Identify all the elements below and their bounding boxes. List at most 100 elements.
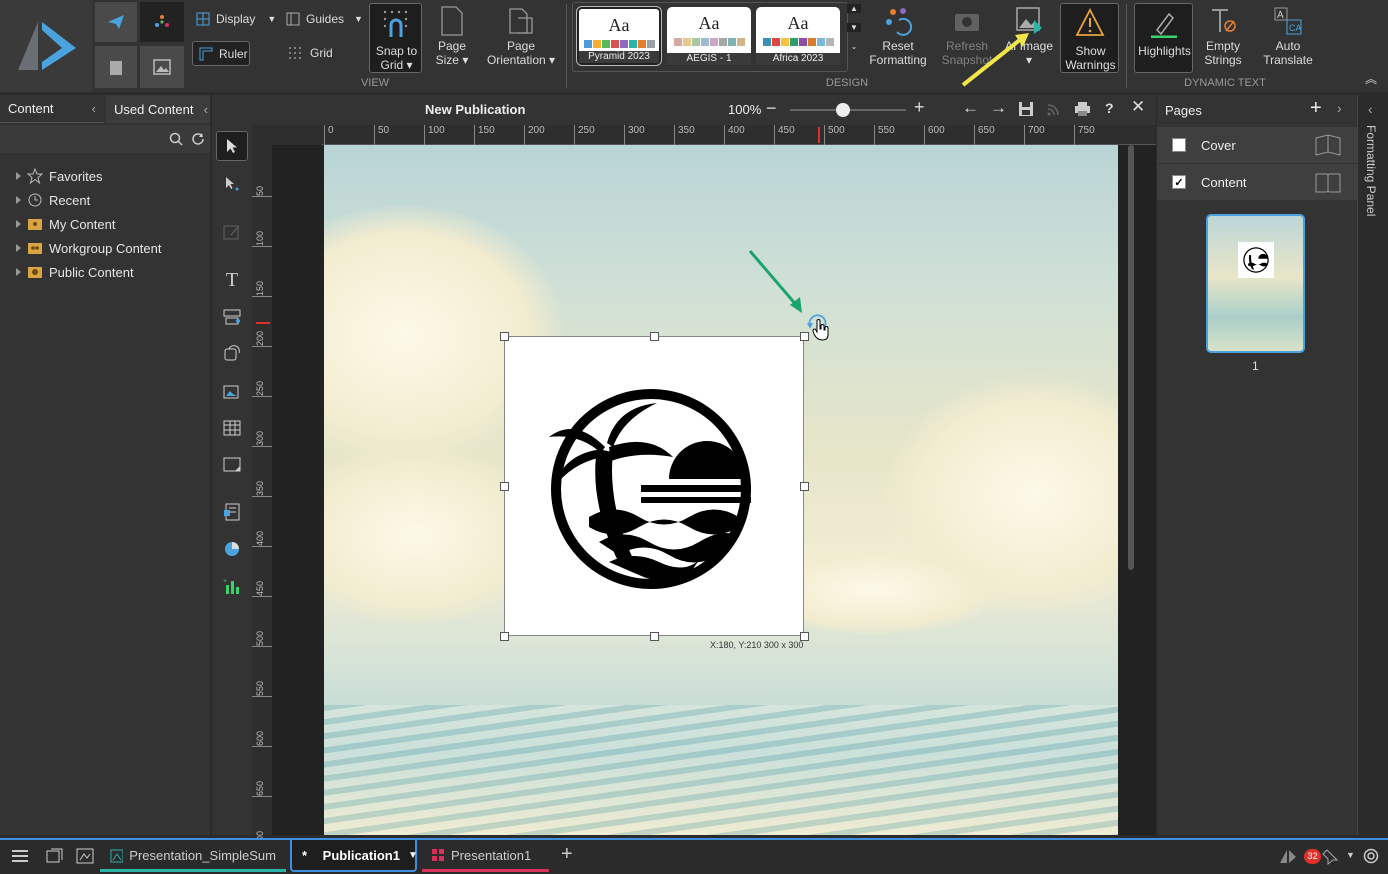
frame-tool[interactable] <box>216 450 248 480</box>
page-size-button[interactable]: Page Size ▾ <box>432 6 472 67</box>
expand-caret-icon[interactable] <box>16 196 21 204</box>
help-icon[interactable]: ? <box>1105 100 1114 116</box>
chevron-down-icon[interactable]: ▼ <box>408 850 418 861</box>
tree-item-recent[interactable]: Recent <box>16 192 90 208</box>
expand-caret-icon[interactable] <box>16 220 21 228</box>
print-icon[interactable] <box>1074 101 1091 117</box>
tree-item-public-content[interactable]: Public Content <box>16 264 134 280</box>
table-icon <box>223 420 241 436</box>
show-warnings-button[interactable]: Show Warnings <box>1060 3 1119 73</box>
resize-handle-sw[interactable] <box>500 632 509 641</box>
tree-item-favorites[interactable]: Favorites <box>16 168 102 184</box>
tab-publication1[interactable]: * Publication1 ▼ <box>290 840 418 872</box>
zoom-out-button[interactable]: − <box>766 98 777 119</box>
tree-item-my-content[interactable]: My Content <box>16 216 115 232</box>
table-tool[interactable] <box>216 413 248 443</box>
gallery-scroll[interactable]: ▲ ▼ ⌄ <box>846 4 862 70</box>
notification-badge[interactable]: 32 <box>1304 849 1321 864</box>
expand-gallery-icon[interactable]: ⌄ <box>847 42 861 51</box>
chevron-up-icon[interactable]: ▲ <box>847 4 861 13</box>
vertical-ruler[interactable]: 5010015020025030035040045050055060065070… <box>252 145 272 847</box>
resize-handle-s[interactable] <box>650 632 659 641</box>
broadcast-icon[interactable] <box>1046 101 1062 117</box>
theme-pyramid-2023[interactable]: Aa Pyramid 2023 <box>576 6 662 66</box>
text-tool[interactable]: T <box>216 265 248 295</box>
content-checkbox[interactable]: ✓ <box>1172 175 1186 189</box>
dynamic-text-tool[interactable] <box>216 302 248 332</box>
expand-caret-icon[interactable] <box>16 172 21 180</box>
collapse-left-icon[interactable]: ‹ <box>92 101 96 116</box>
zoom-in-button[interactable]: + <box>914 97 925 118</box>
cover-checkbox[interactable] <box>1172 138 1186 152</box>
close-icon[interactable]: ✕ <box>1131 97 1145 117</box>
redo-icon[interactable]: → <box>990 98 1007 118</box>
app-logo[interactable] <box>0 0 92 92</box>
shape-tool[interactable] <box>216 339 248 369</box>
resize-handle-nw[interactable] <box>500 332 509 341</box>
theme-africa-2023[interactable]: Aa Africa 2023 <box>756 7 840 65</box>
formatting-panel-collapsed[interactable]: ‹ Formatting Panel <box>1357 95 1388 835</box>
selected-image-frame[interactable] <box>500 332 809 641</box>
vertical-scrollbar[interactable] <box>1128 145 1134 570</box>
page-orientation-button[interactable]: Page Orientation ▾ <box>486 6 556 67</box>
publication-page[interactable]: X:180, Y:210 300 x 300 <box>324 145 1118 835</box>
display-button[interactable]: Display ▼ <box>196 12 276 26</box>
direct-select-tool[interactable] <box>216 169 248 199</box>
mode-tile-publish[interactable] <box>95 2 137 42</box>
search-icon[interactable] <box>169 132 183 146</box>
pages-panel-title: Pages <box>1165 103 1202 118</box>
reset-formatting-button[interactable]: Reset Formatting <box>868 6 928 67</box>
chart-tool[interactable] <box>216 534 248 564</box>
page-list-item-content[interactable]: ✓ Content <box>1157 164 1357 200</box>
page-thumbnail[interactable] <box>1206 214 1305 353</box>
mode-tile-dots[interactable] <box>140 2 184 42</box>
zoom-slider[interactable] <box>790 103 906 117</box>
add-page-button[interactable]: + <box>1310 97 1322 120</box>
image-tool[interactable] <box>216 376 248 406</box>
refresh-icon[interactable] <box>191 132 205 146</box>
save-icon[interactable] <box>1018 101 1034 117</box>
expand-caret-icon[interactable] <box>16 268 21 276</box>
theme-aegis-1[interactable]: Aa AEGIS - 1 <box>667 7 751 65</box>
pin-icon[interactable] <box>1322 849 1338 865</box>
tree-item-workgroup-content[interactable]: Workgroup Content <box>16 240 162 256</box>
mode-tile-image[interactable] <box>140 46 184 88</box>
grid-toggle[interactable]: Grid <box>288 46 333 60</box>
highlights-button[interactable]: Highlights <box>1134 3 1193 73</box>
snap-to-grid-button[interactable]: Snap to Grid ▾ <box>369 3 422 73</box>
resize-handle-e[interactable] <box>800 482 809 491</box>
horizontal-ruler[interactable]: 0 50 100 150 200 250 300 350 400 450 500 550 600 650 7… <box>322 125 1156 145</box>
add-tab-button[interactable]: + <box>561 843 573 866</box>
collapse-icon[interactable]: ‹ <box>204 102 208 117</box>
tab-used-content[interactable]: Used Content ‹ <box>106 95 210 123</box>
collapse-ribbon-icon[interactable]: ︽ <box>1365 70 1377 87</box>
spiral-icon[interactable] <box>1363 848 1379 864</box>
tab-content[interactable]: Content ‹ <box>0 95 104 123</box>
empty-strings-button[interactable]: Empty Strings <box>1198 6 1248 67</box>
guides-button[interactable]: Guides ▼ <box>286 12 363 26</box>
page-list-item-cover[interactable]: Cover <box>1157 127 1357 163</box>
tab-presentation1[interactable]: Presentation1 <box>422 842 549 872</box>
mode-tile-page[interactable] <box>95 46 137 88</box>
open-files-icon[interactable] <box>46 848 64 864</box>
resize-handle-w[interactable] <box>500 482 509 491</box>
gallery-icon[interactable] <box>76 848 94 864</box>
undo-icon[interactable]: ← <box>962 98 979 118</box>
report-tool[interactable] <box>216 497 248 527</box>
chevron-right-icon[interactable]: › <box>1337 100 1342 116</box>
menu-icon[interactable] <box>12 849 28 863</box>
kpi-tool[interactable]: + <box>216 571 248 601</box>
chevron-left-icon[interactable]: ‹ <box>1368 101 1373 117</box>
ruler-toggle[interactable]: Ruler <box>192 41 250 66</box>
select-tool[interactable] <box>216 131 248 161</box>
zoom-slider-thumb[interactable] <box>836 103 850 117</box>
edit-tool[interactable] <box>216 217 248 247</box>
expand-caret-icon[interactable] <box>16 244 21 252</box>
tab-presentation-simplesum[interactable]: Presentation_SimpleSum <box>100 842 286 872</box>
resize-handle-n[interactable] <box>650 332 659 341</box>
pyramid-logo-icon[interactable] <box>1279 849 1297 865</box>
chevron-down-icon[interactable]: ▼ <box>847 23 861 32</box>
chevron-down-icon[interactable]: ▼ <box>1346 850 1355 860</box>
auto-translate-button[interactable]: A CA Auto Translate <box>1258 6 1318 67</box>
palm-sunset-logo-image <box>549 389 751 589</box>
